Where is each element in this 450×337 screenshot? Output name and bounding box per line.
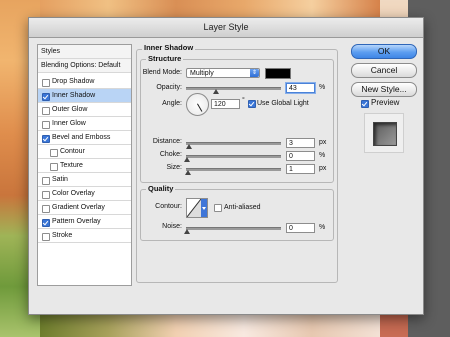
cancel-button[interactable]: Cancel (351, 63, 417, 78)
chevron-updown-icon: ⇕ (250, 69, 259, 77)
style-item-outer-glow[interactable]: Outer Glow (38, 103, 131, 117)
checkbox-satin[interactable] (42, 177, 50, 185)
blend-mode-select[interactable]: Multiply ⇕ (186, 68, 260, 78)
blending-options-item[interactable]: Blending Options: Default (38, 59, 131, 73)
blend-mode-label: Blend Mode: (142, 69, 182, 76)
opacity-unit: % (319, 84, 326, 91)
choke-input[interactable]: 0 (286, 151, 315, 161)
angle-label: Angle: (162, 100, 182, 107)
noise-input[interactable]: 0 (286, 223, 315, 233)
style-item-stroke[interactable]: Stroke (38, 229, 131, 243)
checkbox-gradient-overlay[interactable] (42, 205, 50, 213)
quality-title: Quality (146, 184, 176, 193)
use-global-light-checkbox[interactable] (248, 100, 256, 108)
style-item-color-overlay[interactable]: Color Overlay (38, 187, 131, 201)
style-item-satin[interactable]: Satin (38, 173, 131, 187)
style-item-bevel-emboss[interactable]: Bevel and Emboss (38, 131, 131, 145)
checkbox-drop-shadow[interactable] (42, 79, 50, 87)
anti-aliased-label: Anti-aliased (224, 204, 261, 211)
styles-header[interactable]: Styles (38, 45, 131, 59)
opacity-slider-thumb[interactable] (213, 89, 219, 94)
checkbox-stroke[interactable] (42, 233, 50, 241)
choke-label: Choke: (159, 151, 182, 158)
style-item-gradient-overlay[interactable]: Gradient Overlay (38, 201, 131, 215)
noise-slider[interactable] (186, 227, 281, 230)
checkbox-inner-glow[interactable] (42, 121, 50, 129)
noise-slider-thumb[interactable] (184, 229, 190, 234)
contour-label: Contour: (155, 203, 182, 210)
distance-label: Distance: (152, 138, 182, 145)
angle-unit: ° (242, 97, 245, 104)
quality-group (140, 189, 334, 241)
style-item-drop-shadow[interactable]: Drop Shadow (38, 75, 131, 89)
style-item-pattern-overlay[interactable]: Pattern Overlay (38, 215, 131, 229)
dialog-titlebar[interactable]: Layer Style (29, 18, 423, 38)
preview-checkbox[interactable] (361, 100, 369, 108)
distance-slider-thumb[interactable] (186, 144, 192, 149)
style-item-contour[interactable]: Contour (38, 145, 131, 159)
distance-input[interactable]: 3 (286, 138, 315, 148)
size-label: Size: (166, 164, 182, 171)
distance-slider[interactable] (186, 142, 281, 145)
new-style-button[interactable]: New Style... (351, 82, 417, 97)
choke-slider[interactable] (186, 155, 281, 158)
noise-unit: % (319, 224, 326, 231)
style-item-texture[interactable]: Texture (38, 159, 131, 173)
opacity-slider[interactable] (186, 87, 281, 90)
angle-dial[interactable] (186, 93, 209, 116)
structure-title: Structure (146, 54, 184, 63)
size-input[interactable]: 1 (286, 164, 315, 174)
choke-slider-thumb[interactable] (184, 157, 190, 162)
inner-shadow-panel: Inner Shadow Structure Blend Mode: Multi… (136, 43, 338, 287)
checkbox-inner-shadow[interactable] (42, 93, 50, 101)
style-item-inner-glow[interactable]: Inner Glow (38, 117, 131, 131)
size-slider-thumb[interactable] (185, 170, 191, 175)
use-global-light-label: Use Global Light (257, 100, 309, 107)
layer-style-dialog: Layer Style Styles Blending Options: Def… (28, 17, 424, 315)
contour-curve-icon (186, 198, 207, 218)
shadow-color-swatch[interactable] (265, 68, 291, 79)
choke-unit: % (319, 152, 326, 159)
preview-label: Preview (371, 98, 400, 107)
checkbox-contour[interactable] (50, 149, 58, 157)
dialog-title: Layer Style (203, 22, 249, 32)
opacity-input[interactable]: 43 (286, 83, 315, 93)
angle-input[interactable]: 120 (211, 99, 240, 109)
checkbox-pattern-overlay[interactable] (42, 219, 50, 227)
checkbox-texture[interactable] (50, 163, 58, 171)
ok-button[interactable]: OK (351, 44, 417, 59)
style-item-inner-shadow[interactable]: Inner Shadow (38, 89, 131, 103)
distance-unit: px (319, 139, 327, 146)
checkbox-bevel-emboss[interactable] (42, 135, 50, 143)
style-preview-thumbnail (364, 113, 404, 153)
noise-label: Noise: (162, 223, 182, 230)
size-slider[interactable] (186, 168, 281, 171)
panel-title: Inner Shadow (142, 43, 196, 52)
checkbox-outer-glow[interactable] (42, 107, 50, 115)
opacity-label: Opacity: (156, 84, 182, 91)
size-unit: px (319, 165, 327, 172)
checkbox-color-overlay[interactable] (42, 191, 50, 199)
contour-picker[interactable] (186, 198, 208, 218)
styles-list: Styles Blending Options: Default Drop Sh… (37, 44, 132, 286)
anti-aliased-checkbox[interactable] (214, 204, 222, 212)
